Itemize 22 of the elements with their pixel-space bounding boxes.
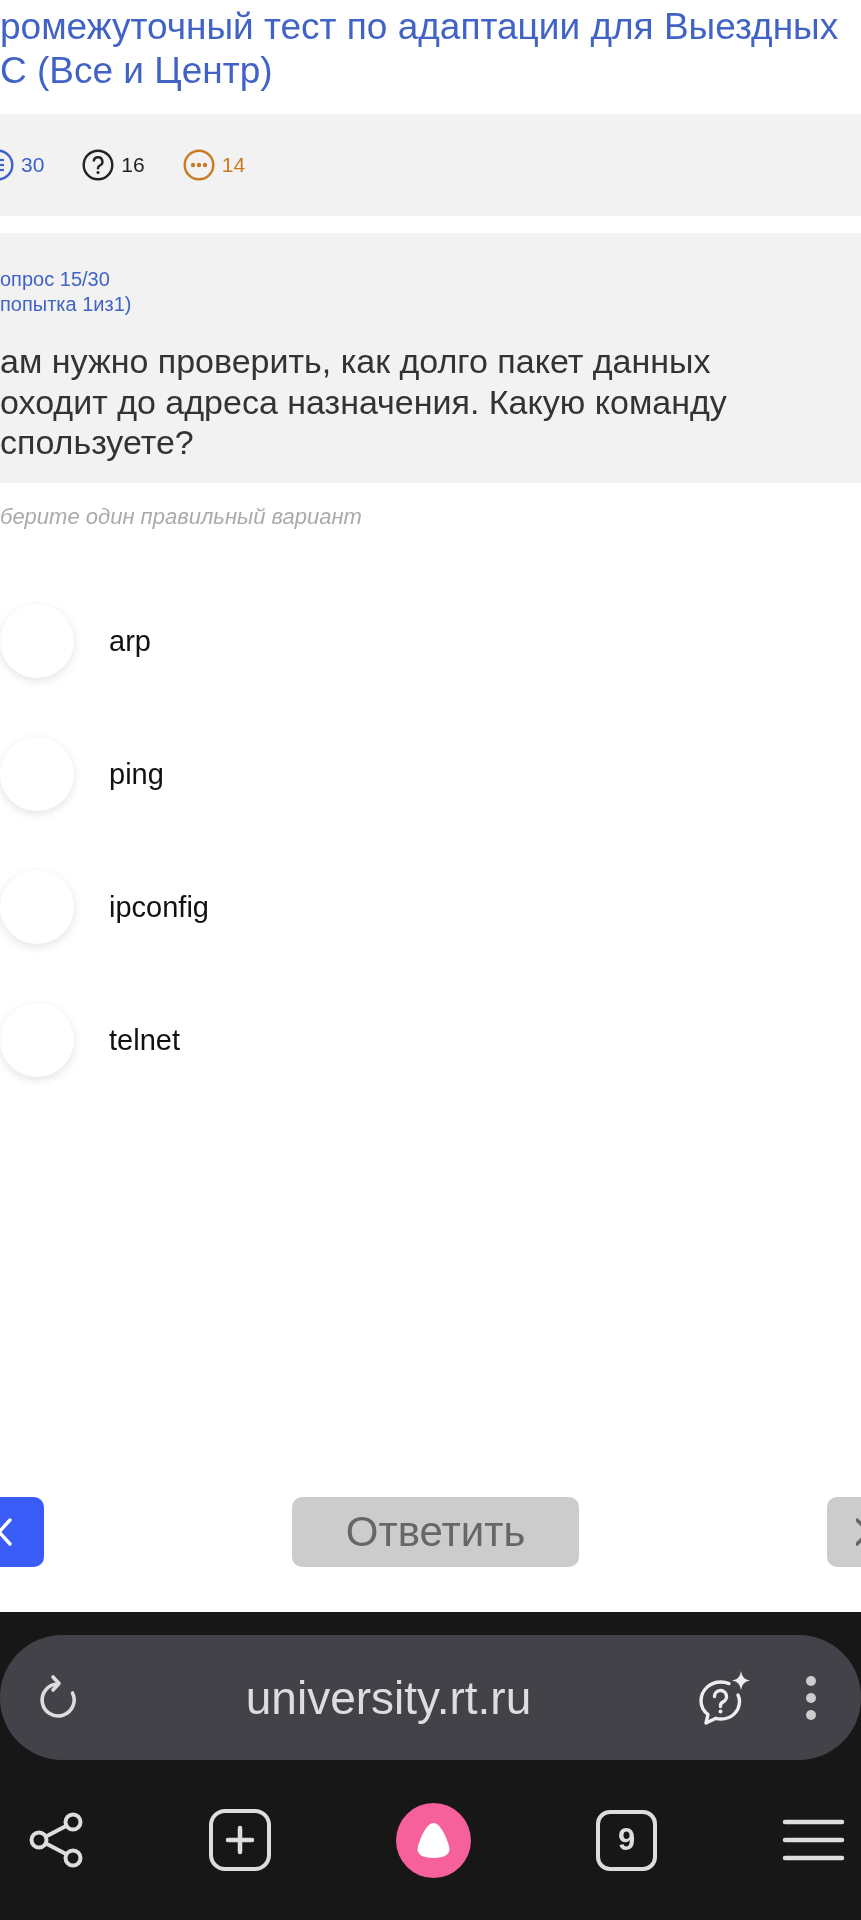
stat-count: 14 bbox=[221, 152, 246, 178]
share-icon[interactable] bbox=[28, 1812, 84, 1868]
tabs-button[interactable]: 9 bbox=[596, 1809, 657, 1871]
more-vertical-icon[interactable] bbox=[805, 1674, 817, 1721]
answer-hint: берите один правильный вариант bbox=[0, 504, 363, 529]
test-title: ромежуточный тест по адаптации для Выездных С (Все и Центр) bbox=[0, 5, 840, 93]
stat-count: 30 bbox=[21, 152, 45, 178]
url-text[interactable]: university.rt.ru bbox=[83, 1670, 694, 1725]
chevron-right-icon bbox=[856, 1517, 861, 1547]
address-bar[interactable]: university.rt.ru bbox=[0, 1635, 861, 1760]
menu-icon[interactable] bbox=[782, 1818, 845, 1862]
assistant-icon[interactable] bbox=[396, 1802, 471, 1878]
option-label[interactable]: ipconfig bbox=[109, 889, 209, 925]
option-label[interactable]: arp bbox=[109, 623, 151, 659]
plus-square-icon[interactable] bbox=[209, 1809, 271, 1871]
question-number: опрос 15/30 попытка 1из1) bbox=[0, 267, 133, 317]
stat-count: 16 bbox=[121, 152, 145, 178]
option-label[interactable]: ping bbox=[109, 756, 164, 792]
chevron-left-icon bbox=[0, 1517, 14, 1547]
back-button[interactable] bbox=[0, 1497, 44, 1567]
question-text: ам нужно проверить, как долго пакет данных оходит до адреса назначения. Какую команду спользуете? bbox=[0, 341, 728, 463]
option-label[interactable]: telnet bbox=[109, 1022, 180, 1058]
